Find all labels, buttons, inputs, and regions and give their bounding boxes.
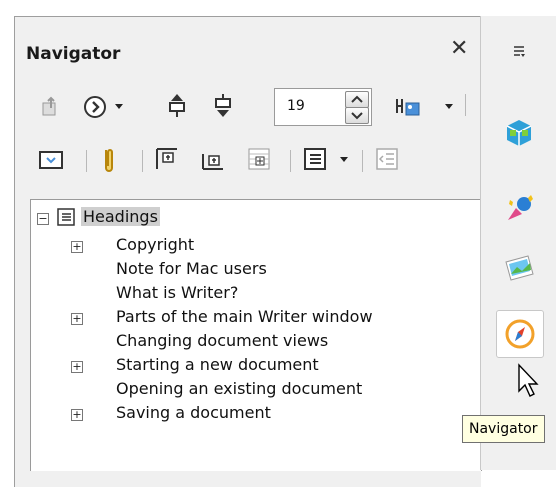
panel-title: Navigator xyxy=(26,44,121,64)
navigator-tree[interactable]: − Headings + Copyright Note for Mac user… xyxy=(30,199,482,471)
headings-icon xyxy=(57,208,75,226)
gallery-icon xyxy=(505,255,534,281)
heading-levels-dropdown-icon[interactable] xyxy=(340,157,348,162)
drag-mode-icon[interactable] xyxy=(394,94,422,120)
navigate-dropdown-icon[interactable] xyxy=(115,104,123,109)
tree-item-label: Saving a document xyxy=(116,403,271,422)
styles-icon xyxy=(508,195,533,220)
navigate-by-icon[interactable] xyxy=(82,94,108,120)
mouse-cursor-icon xyxy=(514,362,544,400)
tree-item-label: What is Writer? xyxy=(116,283,239,302)
expand-icon[interactable]: + xyxy=(71,409,83,421)
toggle-icon[interactable] xyxy=(40,94,64,118)
tree-root-label: Headings xyxy=(81,207,160,226)
anchor-icon[interactable] xyxy=(246,146,272,172)
spin-up-button[interactable] xyxy=(345,91,369,108)
properties-button[interactable] xyxy=(496,110,542,156)
demote-level-icon[interactable] xyxy=(374,146,400,172)
header-icon[interactable] xyxy=(154,146,180,172)
gallery-button[interactable] xyxy=(496,244,542,290)
expand-icon[interactable]: + xyxy=(71,241,83,253)
tooltip: Navigator xyxy=(462,415,545,443)
toolbar-separator xyxy=(290,150,291,172)
more-options-icon[interactable] xyxy=(508,40,530,62)
footer-icon[interactable] xyxy=(200,146,226,172)
navigator-compass-icon xyxy=(505,319,535,349)
expand-icon[interactable]: + xyxy=(71,361,83,373)
tree-item-label: Note for Mac users xyxy=(116,259,267,278)
toolbar-separator xyxy=(465,94,466,116)
promote-chapter-icon[interactable] xyxy=(164,92,190,120)
navigator-button[interactable] xyxy=(496,310,544,358)
spin-down-button[interactable] xyxy=(345,107,369,124)
close-icon[interactable]: ✕ xyxy=(450,38,468,60)
tree-item-label: Parts of the main Writer window xyxy=(116,307,373,326)
sidebar-deck xyxy=(480,16,556,470)
heading-levels-icon[interactable] xyxy=(302,146,330,172)
drag-mode-dropdown-icon[interactable] xyxy=(445,104,453,109)
reminder-icon[interactable] xyxy=(98,146,120,174)
toolbar-separator xyxy=(142,150,143,172)
toolbar-separator xyxy=(86,150,87,172)
collapse-icon[interactable]: − xyxy=(37,213,49,225)
heading-level-spinner[interactable]: 19 xyxy=(274,88,372,126)
spinner-value: 19 xyxy=(287,98,305,114)
styles-button[interactable] xyxy=(496,186,542,232)
demote-chapter-icon[interactable] xyxy=(210,92,236,120)
tree-item-label: Opening an existing document xyxy=(116,379,363,398)
expand-icon[interactable]: + xyxy=(71,313,83,325)
tree-item-label: Copyright xyxy=(116,235,195,254)
properties-icon xyxy=(506,120,532,146)
tree-item-label: Starting a new document xyxy=(116,355,319,374)
toolbar-separator xyxy=(362,150,363,172)
content-view-icon[interactable] xyxy=(38,148,64,172)
tree-item-label: Changing document views xyxy=(116,331,329,350)
